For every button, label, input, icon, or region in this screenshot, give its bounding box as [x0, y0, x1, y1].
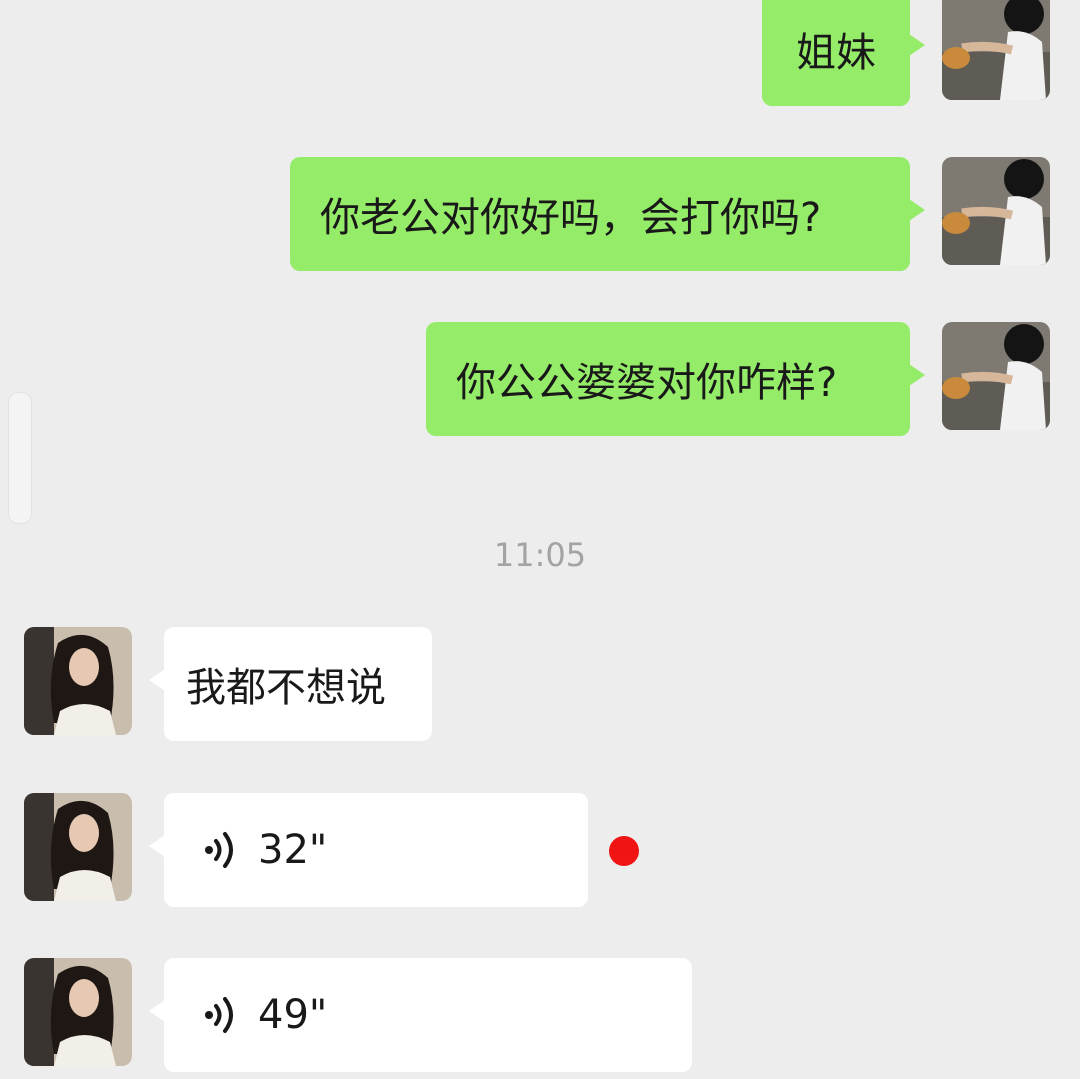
- contact-avatar[interactable]: [24, 958, 132, 1066]
- unread-voice-dot: [609, 836, 639, 866]
- avatar-image-icon: [942, 322, 1050, 430]
- sent-message-bubble[interactable]: 姐妹: [762, 0, 925, 106]
- voice-duration: 49": [258, 992, 328, 1038]
- voice-message-bubble[interactable]: 32": [149, 793, 588, 907]
- my-avatar[interactable]: [942, 322, 1050, 430]
- voice-message-bubble[interactable]: 49": [149, 958, 692, 1072]
- avatar-image-icon: [24, 793, 132, 901]
- received-message-bubble[interactable]: 我都不想说: [149, 627, 432, 741]
- avatar-image-icon: [942, 0, 1050, 100]
- message-timestamp: 11:05: [493, 536, 587, 574]
- avatar-image-icon: [24, 627, 132, 735]
- message-text: 你公公婆婆对你咋样?: [456, 360, 838, 406]
- my-avatar[interactable]: [942, 0, 1050, 100]
- message-text: 姐妹: [796, 30, 876, 76]
- chat-window: 姐妹 你老公对你好吗，会打你吗? 你公公婆婆对你咋样? 11:05 我都不想说 …: [0, 0, 1080, 1079]
- avatar-image-icon: [942, 157, 1050, 265]
- voice-duration: 32": [258, 827, 328, 873]
- avatar-image-icon: [24, 958, 132, 1066]
- voice-wave-icon: [204, 995, 238, 1035]
- contact-avatar[interactable]: [24, 627, 132, 735]
- message-text: 我都不想说: [186, 665, 386, 711]
- voice-wave-icon: [204, 830, 238, 870]
- message-text: 你老公对你好吗，会打你吗?: [320, 195, 822, 241]
- sent-message-bubble[interactable]: 你公公婆婆对你咋样?: [426, 322, 925, 436]
- contact-avatar[interactable]: [24, 793, 132, 901]
- scroll-indicator[interactable]: [8, 392, 32, 524]
- my-avatar[interactable]: [942, 157, 1050, 265]
- sent-message-bubble[interactable]: 你老公对你好吗，会打你吗?: [290, 157, 925, 271]
